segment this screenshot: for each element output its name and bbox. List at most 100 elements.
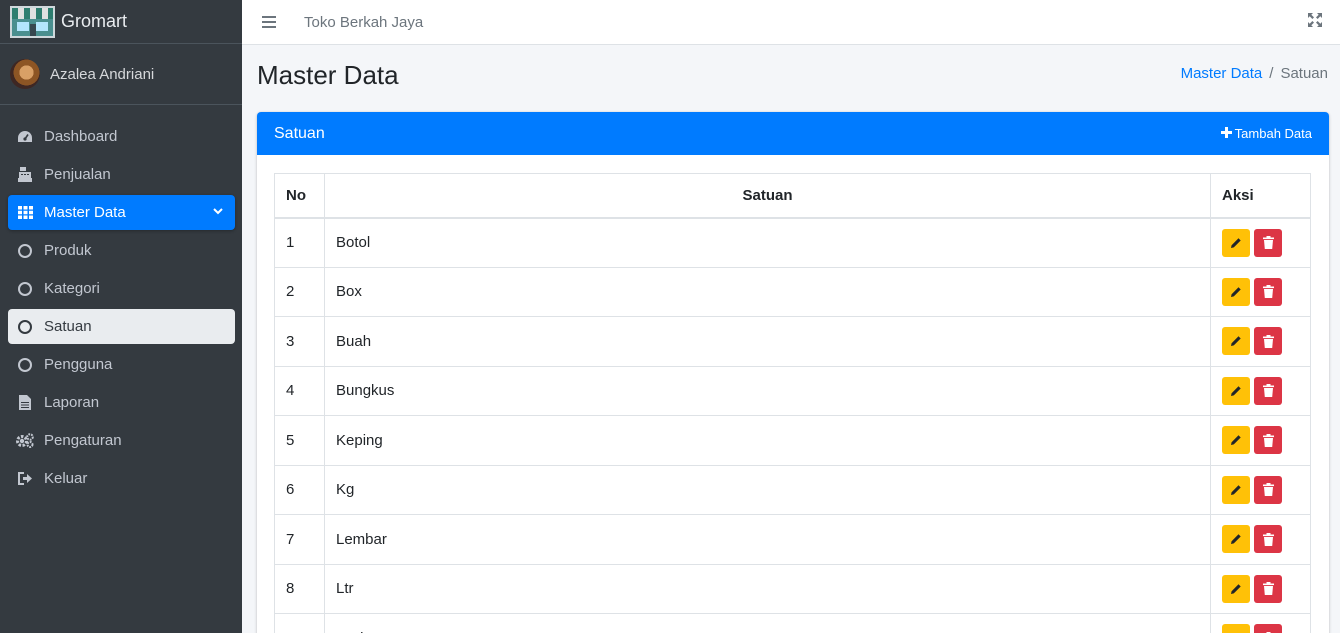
row-satuan: Lembar xyxy=(324,514,1211,565)
table-row: 1 Botol xyxy=(274,217,1311,268)
pencil-icon xyxy=(1231,237,1241,248)
delete-button[interactable] xyxy=(1254,624,1282,633)
pencil-icon xyxy=(1231,435,1241,446)
user-panel[interactable]: Azalea Andriani xyxy=(0,44,242,105)
delete-button[interactable] xyxy=(1254,277,1282,306)
menu-toggle-icon[interactable] xyxy=(262,16,276,28)
row-number: 8 xyxy=(274,563,325,614)
sidebar-item-pengguna[interactable]: Pengguna xyxy=(8,347,235,382)
edit-button[interactable] xyxy=(1222,525,1250,554)
trash-icon xyxy=(1262,384,1274,398)
card-header: Satuan Tambah Data xyxy=(257,112,1329,155)
sidebar-item-produk[interactable]: Produk xyxy=(8,233,235,268)
brand-name: Gromart xyxy=(61,11,128,31)
row-actions xyxy=(1210,464,1311,515)
sign-out-icon xyxy=(16,471,34,487)
row-number: 2 xyxy=(274,266,325,317)
sidebar-item-keluar[interactable]: Keluar xyxy=(8,461,235,496)
table-row: 5 Keping xyxy=(274,415,1311,466)
grid-icon xyxy=(16,205,34,221)
sidebar-item-label: Master Data xyxy=(44,204,126,221)
sidebar: Gromart Azalea Andriani Dashboard Penjua… xyxy=(0,0,242,633)
row-satuan: Buah xyxy=(324,316,1211,367)
plus-icon xyxy=(1220,127,1232,140)
breadcrumb: Master Data / Satuan xyxy=(1181,65,1328,82)
delete-button[interactable] xyxy=(1254,574,1282,603)
breadcrumb-link-master-data[interactable]: Master Data xyxy=(1181,65,1263,82)
sidebar-item-master-data[interactable]: Master Data xyxy=(8,195,235,230)
table-row: 2 Box xyxy=(274,266,1311,317)
row-number: 7 xyxy=(274,514,325,565)
page-title: Master Data xyxy=(257,60,399,90)
edit-button[interactable] xyxy=(1222,327,1250,356)
satuan-table: No Satuan Aksi 1 Botol 2 Box 3 Buah 4 Bungkus 5 K… xyxy=(274,173,1311,633)
circle-icon xyxy=(16,281,34,297)
delete-button[interactable] xyxy=(1254,525,1282,554)
top-navbar: Toko Berkah Jaya xyxy=(242,0,1340,45)
sidebar-item-pengaturan[interactable]: Pengaturan xyxy=(8,423,235,458)
sidebar-item-label: Keluar xyxy=(44,470,88,487)
sidebar-item-satuan[interactable]: Satuan xyxy=(8,309,235,344)
row-actions xyxy=(1210,316,1311,367)
store-logo-icon xyxy=(10,5,55,38)
delete-button[interactable] xyxy=(1254,376,1282,405)
table-row: 9Lusin xyxy=(274,613,1311,633)
column-header-satuan: Satuan xyxy=(324,173,1211,219)
table-header-row: No Satuan Aksi xyxy=(274,173,1311,219)
edit-button[interactable] xyxy=(1222,624,1250,633)
avatar xyxy=(10,59,40,89)
circle-icon xyxy=(16,243,34,259)
delete-button[interactable] xyxy=(1254,475,1282,504)
trash-icon xyxy=(1262,236,1274,249)
edit-button[interactable] xyxy=(1222,426,1250,455)
edit-button[interactable] xyxy=(1222,277,1250,306)
pencil-icon xyxy=(1231,485,1241,495)
sidebar-item-laporan[interactable]: Laporan xyxy=(8,385,235,420)
delete-button[interactable] xyxy=(1254,426,1282,455)
cash-register-icon xyxy=(16,167,34,183)
row-actions xyxy=(1210,365,1311,416)
column-header-no: No xyxy=(274,173,325,219)
row-actions xyxy=(1210,217,1311,268)
row-number: 3 xyxy=(274,316,325,367)
row-satuan: Box xyxy=(324,266,1211,317)
edit-button[interactable] xyxy=(1222,574,1250,603)
add-data-button[interactable]: Tambah Data xyxy=(1220,126,1312,141)
sidebar-item-label: Satuan xyxy=(44,318,92,335)
row-satuan: Bungkus xyxy=(324,365,1211,416)
delete-button[interactable] xyxy=(1254,228,1282,257)
pencil-icon xyxy=(1231,336,1241,347)
table-row: 3 Buah xyxy=(274,316,1311,367)
edit-button[interactable] xyxy=(1222,376,1250,405)
add-data-label: Tambah Data xyxy=(1234,126,1312,141)
fullscreen-icon[interactable] xyxy=(1308,13,1322,27)
row-actions xyxy=(1210,613,1311,633)
brand[interactable]: Gromart xyxy=(0,0,242,44)
sidebar-item-label: Pengaturan xyxy=(44,432,122,449)
row-number: 9 xyxy=(274,613,325,633)
sidebar-item-dashboard[interactable]: Dashboard xyxy=(8,119,235,154)
sidebar-item-label: Pengguna xyxy=(44,356,113,373)
row-actions xyxy=(1210,415,1311,466)
column-header-aksi: Aksi xyxy=(1210,173,1311,219)
cogs-icon xyxy=(16,433,34,449)
row-number: 1 xyxy=(274,217,325,268)
edit-button[interactable] xyxy=(1222,228,1250,257)
trash-icon xyxy=(1262,483,1274,497)
store-name[interactable]: Toko Berkah Jaya xyxy=(304,14,423,31)
row-satuan: Keping xyxy=(324,415,1211,466)
row-satuan: Lusin xyxy=(324,613,1211,633)
breadcrumb-separator: / xyxy=(1269,65,1274,82)
circle-icon xyxy=(16,319,34,335)
sidebar-item-kategori[interactable]: Kategori xyxy=(8,271,235,306)
sidebar-item-label: Penjualan xyxy=(44,166,111,183)
edit-button[interactable] xyxy=(1222,475,1250,504)
row-actions xyxy=(1210,514,1311,565)
sidebar-item-penjualan[interactable]: Penjualan xyxy=(8,157,235,192)
row-number: 4 xyxy=(274,365,325,416)
card-title: Satuan xyxy=(274,124,325,142)
row-satuan: Ltr xyxy=(324,563,1211,614)
trash-icon xyxy=(1262,582,1274,596)
trash-icon xyxy=(1262,334,1274,348)
delete-button[interactable] xyxy=(1254,327,1282,356)
